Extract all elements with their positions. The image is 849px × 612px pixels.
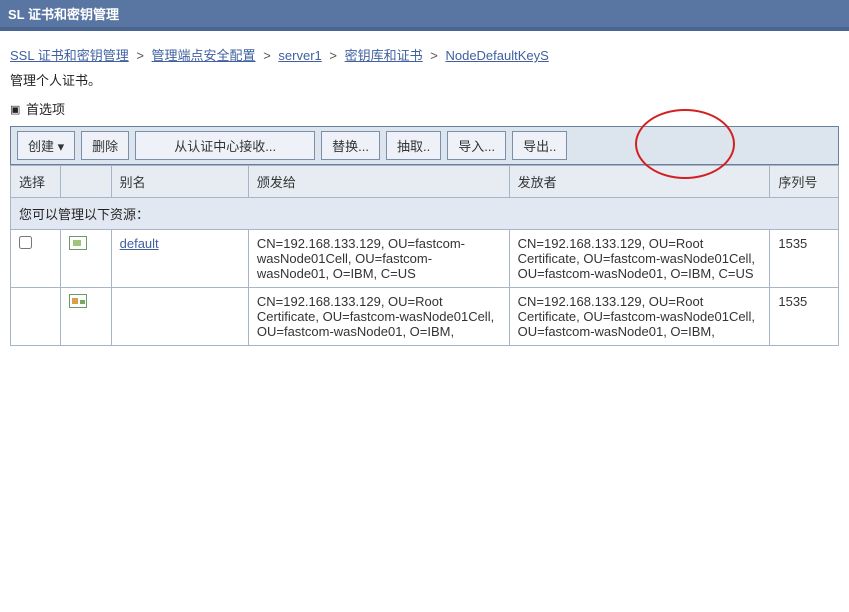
breadcrumb-sep: > (263, 48, 271, 63)
row-checkbox[interactable] (19, 236, 32, 249)
col-header-issued-to: 颁发给 (248, 166, 509, 198)
breadcrumb-sep: > (136, 48, 144, 63)
col-header-serial: 序列号 (770, 166, 839, 198)
cell-serial: 1535 (770, 230, 839, 288)
preferences-label: 首选项 (26, 102, 65, 117)
section-row: 您可以管理以下资源： (11, 198, 839, 230)
cell-select (11, 288, 61, 346)
import-button[interactable]: 导入... (447, 131, 506, 160)
receive-from-ca-button[interactable]: 从认证中心接收... (135, 131, 315, 160)
root-certificate-icon (69, 294, 87, 308)
export-button[interactable]: 导出.. (512, 131, 567, 160)
window-title-bar: SL 证书和密钥管理 (0, 0, 849, 31)
table-row: CN=192.168.133.129, OU=Root Certificate,… (11, 288, 839, 346)
cell-alias (111, 288, 248, 346)
breadcrumb-link-ssl[interactable]: SSL 证书和密钥管理 (10, 48, 129, 63)
cell-issued-by: CN=192.168.133.129, OU=Root Certificate,… (509, 230, 770, 288)
col-header-alias: 别名 (111, 166, 248, 198)
breadcrumb-link-endpoint[interactable]: 管理端点安全配置 (152, 48, 256, 63)
cell-alias: default (111, 230, 248, 288)
expand-icon: ▣ (10, 103, 20, 116)
breadcrumb-link-keystore[interactable]: 密钥库和证书 (345, 48, 423, 63)
cell-select (11, 230, 61, 288)
replace-button[interactable]: 替换... (321, 131, 380, 160)
col-header-icon (61, 166, 111, 198)
cell-issued-to: CN=192.168.133.129, OU=fastcom-wasNode01… (248, 230, 509, 288)
certificates-table: 选择 别名 颁发给 发放者 序列号 您可以管理以下资源： default (10, 165, 839, 346)
breadcrumb-sep: > (329, 48, 337, 63)
extract-button[interactable]: 抽取.. (386, 131, 441, 160)
window-title: SL 证书和密钥管理 (8, 7, 119, 22)
breadcrumb-link-node[interactable]: NodeDefaultKeyS (445, 48, 548, 63)
create-button[interactable]: 创建 ▾ (17, 131, 75, 160)
cell-issued-by: CN=192.168.133.129, OU=Root Certificate,… (509, 288, 770, 346)
alias-link[interactable]: default (120, 236, 159, 251)
toolbar: 创建 ▾ 删除 从认证中心接收... 替换... 抽取.. 导入... 导出.. (10, 126, 839, 165)
table-row: default CN=192.168.133.129, OU=fastcom-w… (11, 230, 839, 288)
certificate-icon (69, 236, 87, 250)
col-header-select: 选择 (11, 166, 61, 198)
breadcrumb: SSL 证书和密钥管理 > 管理端点安全配置 > server1 > 密钥库和证… (10, 45, 839, 64)
page-subtitle: 管理个人证书。 (10, 70, 839, 89)
cell-icon (61, 288, 111, 346)
preferences-toggle[interactable]: ▣ 首选项 (10, 99, 839, 118)
table-header-row: 选择 别名 颁发给 发放者 序列号 (11, 166, 839, 198)
section-label: 您可以管理以下资源： (11, 198, 839, 230)
breadcrumb-link-server1[interactable]: server1 (278, 48, 321, 63)
cell-icon (61, 230, 111, 288)
breadcrumb-sep: > (430, 48, 438, 63)
delete-button[interactable]: 删除 (81, 131, 129, 160)
col-header-issued-by: 发放者 (509, 166, 770, 198)
cell-serial: 1535 (770, 288, 839, 346)
cell-issued-to: CN=192.168.133.129, OU=Root Certificate,… (248, 288, 509, 346)
